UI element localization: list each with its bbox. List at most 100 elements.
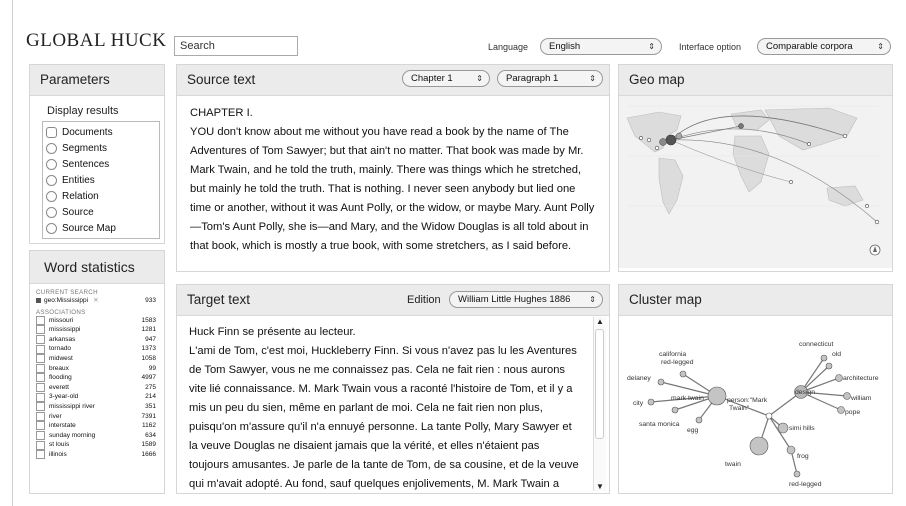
cluster-graph[interactable]: connecticut california red-legged old ar… xyxy=(619,316,892,492)
checkbox-icon[interactable] xyxy=(36,335,45,345)
compass-icon[interactable] xyxy=(869,244,881,256)
cluster-label: connecticut xyxy=(799,341,833,348)
word-statistics-panel: Word statistics CURRENT SEARCH geo:Missi… xyxy=(29,250,165,494)
radio-icon xyxy=(46,206,57,218)
checkbox-icon[interactable] xyxy=(36,411,45,421)
cluster-label: william xyxy=(850,395,872,402)
source-text-title: Source text xyxy=(187,72,256,87)
source-text-header: Source text Chapter 1 ⇕ Paragraph 1 ⇕ xyxy=(177,65,609,96)
association-row[interactable]: sunday morning 634 xyxy=(36,431,156,441)
app-logo: GLOBAL HUCK xyxy=(26,30,167,51)
associations-list: missouri 1583 mississippi 1281 arkansas 947 to… xyxy=(36,315,156,460)
scrollbar-thumb[interactable] xyxy=(595,329,604,439)
display-results-options: Documents Segments Sentences Entities Re… xyxy=(42,121,160,239)
parameters-panel: Parameters Display results Documents Seg… xyxy=(29,64,165,244)
interface-option-select[interactable]: Comparable corpora ⇕ xyxy=(757,38,891,55)
target-paragraph: L'ami de Tom, c'est moi, Huckleberry Fin… xyxy=(189,345,579,490)
updown-arrow-icon: ⇕ xyxy=(589,74,596,83)
checkbox-icon[interactable] xyxy=(36,354,45,364)
target-heading: Huck Finn se présente au lecteur. xyxy=(189,326,356,338)
updown-arrow-icon: ⇕ xyxy=(877,42,884,51)
association-row[interactable]: everett 275 xyxy=(36,383,156,393)
cluster-label: architecture xyxy=(843,375,879,382)
checkbox-icon[interactable] xyxy=(36,440,45,450)
checkbox-icon[interactable] xyxy=(36,315,45,325)
cluster-label: frog xyxy=(797,453,809,460)
option-relation[interactable]: Relation xyxy=(46,188,156,204)
association-row[interactable]: illinois 1666 xyxy=(36,450,156,460)
association-row[interactable]: flooding 4997 xyxy=(36,373,156,383)
cluster-label: egg xyxy=(687,427,699,434)
association-row[interactable]: arkansas 947 xyxy=(36,335,156,345)
association-row[interactable]: st louis 1589 xyxy=(36,440,156,450)
triangle-up-icon[interactable]: ▲ xyxy=(596,317,604,326)
cluster-label: mark twain xyxy=(671,395,704,402)
updown-arrow-icon: ⇕ xyxy=(476,74,483,83)
checkbox-icon[interactable] xyxy=(36,363,45,373)
option-source-map[interactable]: Source Map xyxy=(46,220,156,236)
association-row[interactable]: mississippi river 351 xyxy=(36,402,156,412)
cluster-map-panel: Cluster map connecticut california red-l… xyxy=(618,284,893,494)
cluster-label: pope xyxy=(845,409,860,416)
checkbox-icon[interactable] xyxy=(36,450,45,460)
source-text-panel: Source text Chapter 1 ⇕ Paragraph 1 ⇕ CH… xyxy=(176,64,610,272)
target-scrollbar[interactable]: ▲ ▼ xyxy=(593,317,606,491)
option-entities[interactable]: Entities xyxy=(46,172,156,188)
checkbox-icon[interactable] xyxy=(36,325,45,335)
target-text-panel: Target text Edition William Little Hughe… xyxy=(176,284,610,494)
checkbox-icon[interactable] xyxy=(36,383,45,393)
option-sentences[interactable]: Sentences xyxy=(46,156,156,172)
filled-square-icon xyxy=(36,298,41,304)
geo-map-panel: Geo map xyxy=(618,64,893,272)
option-documents[interactable]: Documents xyxy=(46,124,156,140)
language-select[interactable]: English ⇕ xyxy=(540,38,662,55)
checkbox-icon[interactable] xyxy=(36,402,45,412)
cluster-map-title: Cluster map xyxy=(619,285,892,316)
association-row[interactable]: midwest 1058 xyxy=(36,354,156,364)
association-row[interactable]: interstate 1162 xyxy=(36,421,156,431)
option-segments[interactable]: Segments xyxy=(46,140,156,156)
checkbox-icon[interactable] xyxy=(36,431,45,441)
triangle-down-icon[interactable]: ▼ xyxy=(596,482,604,491)
radio-icon xyxy=(46,158,57,170)
association-row[interactable]: mississippi 1281 xyxy=(36,325,156,335)
associations-label: ASSOCIATIONS xyxy=(36,308,86,316)
cluster-label: old xyxy=(832,351,841,358)
target-text-title: Target text xyxy=(187,292,251,307)
parameters-title: Parameters xyxy=(30,65,164,96)
cluster-label: simi hills xyxy=(789,425,815,432)
close-x-icon[interactable]: ✕ xyxy=(93,296,145,306)
cluster-label: red-legged xyxy=(661,359,694,366)
association-row[interactable]: tornado 1373 xyxy=(36,344,156,354)
checkbox-icon[interactable] xyxy=(36,421,45,431)
cluster-label: design xyxy=(795,389,815,396)
target-text-header: Target text Edition William Little Hughe… xyxy=(177,285,609,316)
geo-map-title: Geo map xyxy=(619,65,892,96)
association-row[interactable]: 3-year-old 214 xyxy=(36,392,156,402)
chapter-select[interactable]: Chapter 1 ⇕ xyxy=(402,70,490,87)
cluster-label: california xyxy=(659,351,686,358)
radio-icon xyxy=(46,126,57,138)
checkbox-icon[interactable] xyxy=(36,344,45,354)
paragraph-select[interactable]: Paragraph 1 ⇕ xyxy=(497,70,603,87)
checkbox-icon[interactable] xyxy=(36,392,45,402)
cluster-label: twain xyxy=(725,461,741,468)
checkbox-icon[interactable] xyxy=(36,373,45,383)
edition-select[interactable]: William Little Hughes 1886 ⇕ xyxy=(449,291,603,308)
radio-icon xyxy=(46,222,57,234)
edition-label: Edition xyxy=(407,294,441,306)
association-row[interactable]: river 7391 xyxy=(36,411,156,422)
cluster-label: delaney xyxy=(627,375,651,382)
association-row[interactable]: breaux 99 xyxy=(36,363,156,374)
radio-icon xyxy=(46,190,57,202)
option-source[interactable]: Source xyxy=(46,204,156,220)
interface-option-label: Interface option xyxy=(679,42,742,52)
source-heading: CHAPTER I. xyxy=(190,107,253,119)
source-paragraph: YOU don't know about me without you have… xyxy=(190,126,595,252)
world-map[interactable] xyxy=(619,96,892,268)
current-search-row[interactable]: geo:Mississippi ✕ 933 xyxy=(36,296,156,306)
association-row[interactable]: missouri 1583 xyxy=(36,315,156,326)
updown-arrow-icon: ⇕ xyxy=(648,42,655,51)
target-text-body: Huck Finn se présente au lecteur. L'ami … xyxy=(177,316,609,491)
search-input[interactable]: Search xyxy=(174,36,298,56)
